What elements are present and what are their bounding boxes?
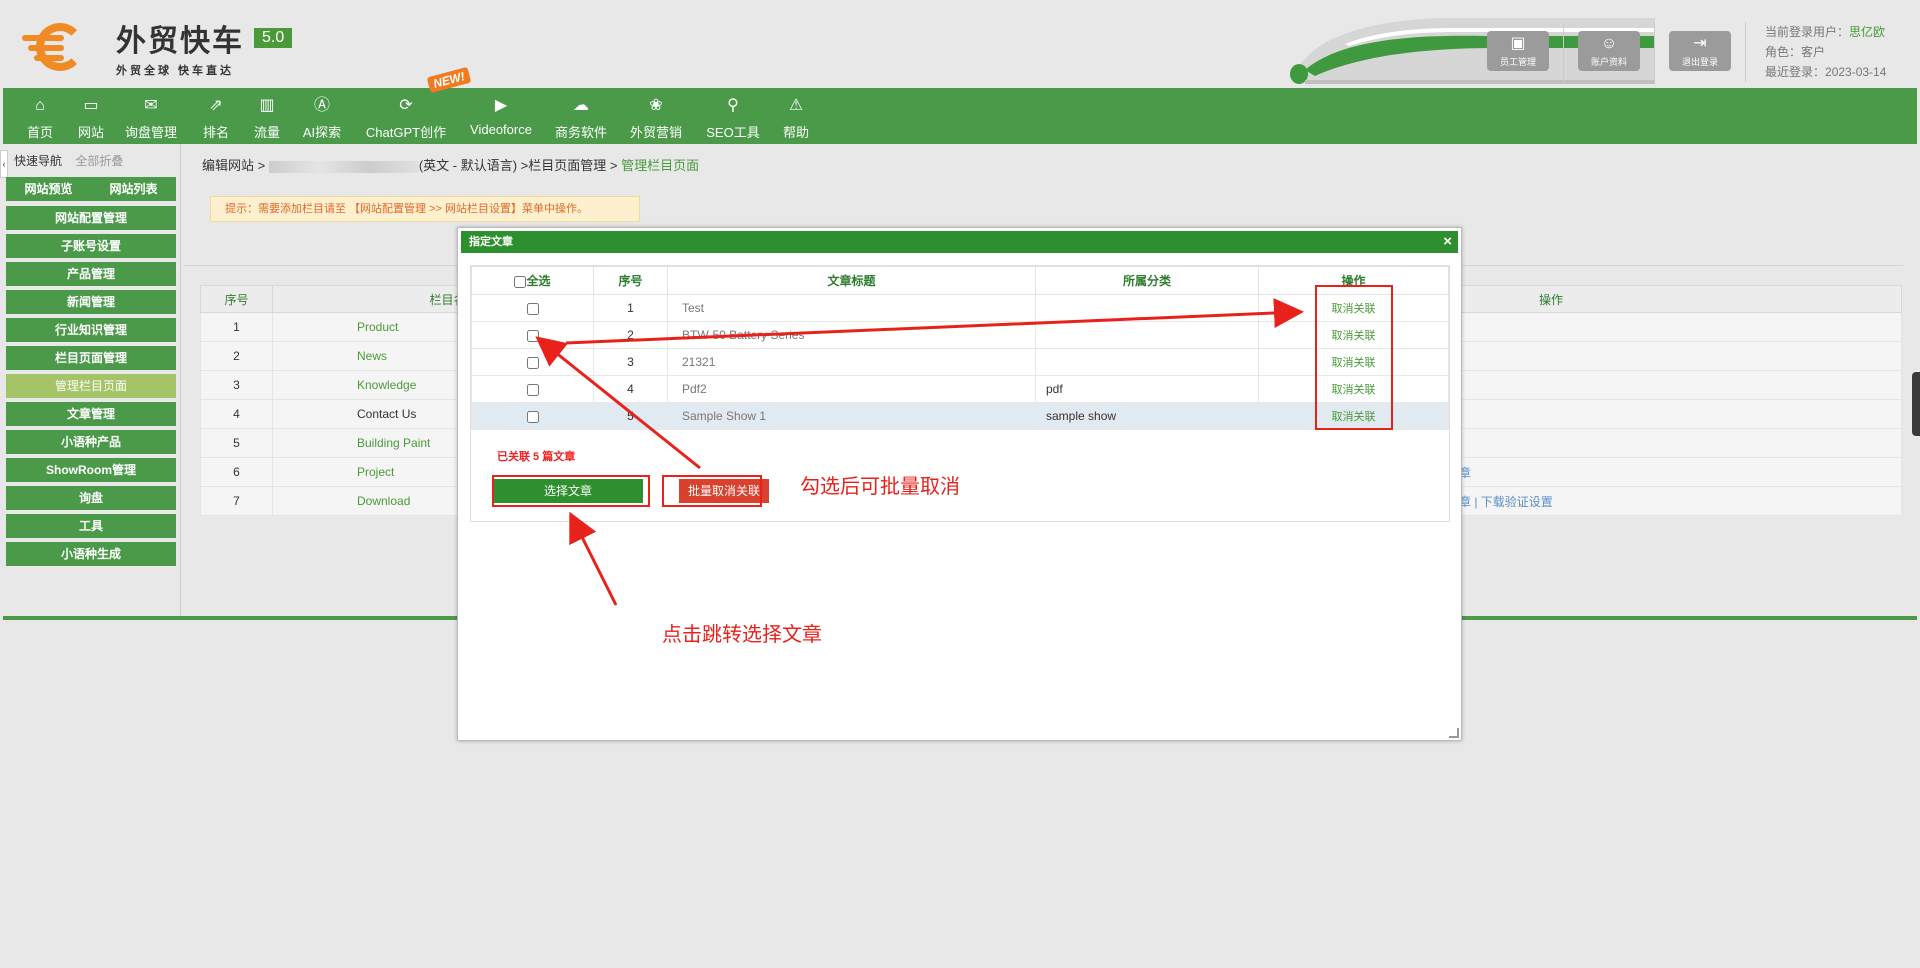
nav-business-software[interactable]: ☁ 商务软件	[553, 88, 609, 144]
sidebar-item-inquiry[interactable]: 询盘	[6, 486, 176, 510]
annotation-box-batch	[662, 475, 762, 507]
site-preview-button[interactable]: 网站预览	[6, 177, 91, 201]
tip-banner: 提示：需要添加栏目请至 【网站配置管理 >> 网站栏目设置】菜单中操作。	[210, 196, 640, 222]
app-header: 外贸快车 5.0 外贸全球 快车直达 ▣ 员工管理 ☺ 账户资料 ⇥ 退出登录 …	[0, 0, 1920, 88]
table-row: 3 21321 取消关联	[471, 348, 1449, 376]
redacted-site-name	[268, 160, 419, 173]
sidebar-item-news[interactable]: 新闻管理	[6, 290, 176, 314]
sidebar-item-knowledge[interactable]: 行业知识管理	[6, 318, 176, 342]
sidebar-item-showroom[interactable]: ShowRoom管理	[6, 458, 176, 482]
row-checkbox[interactable]	[526, 356, 539, 369]
close-icon[interactable]: ×	[1443, 231, 1452, 253]
resize-grip-icon[interactable]	[1449, 728, 1459, 738]
table-row: 5 Sample Show 1 sample show 取消关联	[471, 402, 1449, 430]
nav-ranking[interactable]: ⇗ 排名	[199, 88, 233, 144]
nav-chatgpt[interactable]: ⟳ ChatGPT创作	[363, 88, 449, 144]
annotation-batch-note: 勾选后可批量取消	[800, 476, 960, 498]
row-checkbox[interactable]	[526, 383, 539, 396]
table-row: 4 Pdf2 pdf 取消关联	[471, 375, 1449, 403]
last-login: 2023-03-14	[1825, 65, 1887, 79]
quick-nav-label: 快速导航	[14, 154, 63, 168]
sidebar-item-manage-column-pages[interactable]: 管理栏目页面	[6, 374, 176, 398]
col-header-category: 所属分类	[1035, 266, 1259, 295]
user-info: 当前登录用户：思亿欧 角色：客户 最近登录：2023-03-14	[1765, 25, 1887, 79]
ai-icon: Ⓐ	[313, 97, 330, 114]
nav-inquiry[interactable]: ✉ 询盘管理	[123, 88, 179, 144]
table-row: 2 BTW-50 Battery Series 取消关联	[471, 321, 1449, 349]
user-role: 客户	[1801, 45, 1826, 59]
account-icon: ☺	[1600, 35, 1618, 52]
nav-marketing[interactable]: ❀ 外贸营销	[628, 88, 684, 144]
video-icon: ▶	[494, 97, 508, 114]
search-icon: ⚲	[727, 97, 739, 114]
marketing-icon: ❀	[649, 97, 663, 114]
monitor-icon: ▭	[83, 97, 99, 114]
dialog-title: 指定文章	[469, 236, 513, 248]
table-row: 1 Test 取消关联	[471, 294, 1449, 322]
col-header-no: 序号	[200, 285, 273, 313]
logout-button[interactable]: ⇥ 退出登录	[1669, 31, 1731, 71]
logo-title: 外贸快车	[116, 25, 244, 58]
logout-icon: ⇥	[1693, 35, 1707, 52]
header-divider	[1563, 22, 1564, 82]
sidebar-item-minor-lang-products[interactable]: 小语种产品	[6, 430, 176, 454]
side-widget-handle[interactable]	[1912, 372, 1920, 436]
breadcrumb-current: 管理栏目页面	[621, 158, 700, 173]
dialog-title-bar[interactable]: 指定文章 ×	[461, 231, 1458, 253]
nav-website[interactable]: ▭ 网站	[71, 88, 111, 144]
current-user: 思亿欧	[1849, 25, 1886, 39]
nav-home[interactable]: ⌂ 首页	[23, 88, 57, 144]
ranking-icon: ⇗	[209, 97, 223, 114]
annotation-box-select	[492, 475, 650, 507]
nav-help[interactable]: ⚠ 帮助	[779, 88, 813, 144]
staff-management-button[interactable]: ▣ 员工管理	[1487, 31, 1549, 71]
row-checkbox[interactable]	[526, 410, 539, 423]
logo-version: 5.0	[254, 28, 293, 48]
sidebar-toggle-icon[interactable]: ‹	[0, 150, 8, 178]
articles-table: 全选 序号 文章标题 所属分类 操作 1 Test 取消关联 2 BTW-50 …	[471, 266, 1449, 430]
nav-ai-explore[interactable]: Ⓐ AI探索	[300, 88, 344, 144]
logo-mark-icon	[22, 21, 112, 73]
sidebar-item-column-pages[interactable]: 栏目页面管理	[6, 346, 176, 370]
sidebar-item-sub-accounts[interactable]: 子账号设置	[6, 234, 176, 258]
annotation-select-note: 点击跳转选择文章	[662, 624, 822, 646]
chatgpt-icon: ⟳	[399, 97, 413, 114]
breadcrumb: 编辑网站 > (英文 - 默认语言) >栏目页面管理 > 管理栏目页面	[202, 158, 700, 173]
select-all-checkbox[interactable]	[514, 275, 527, 288]
bar-chart-icon: ▥	[259, 97, 275, 114]
header-divider	[1654, 22, 1655, 82]
logo-slogan: 外贸全球 快车直达	[116, 65, 235, 77]
sidebar-item-minor-lang-generate[interactable]: 小语种生成	[6, 542, 176, 566]
col-header-no: 序号	[593, 266, 668, 295]
sidebar-item-articles[interactable]: 文章管理	[6, 402, 176, 426]
row-checkbox[interactable]	[526, 329, 539, 342]
account-info-button[interactable]: ☺ 账户资料	[1578, 31, 1640, 71]
site-list-button[interactable]: 网站列表	[91, 177, 176, 201]
select-all-label: 全选	[526, 274, 551, 288]
sidebar: ‹ 快速导航 全部折叠 网站预览 网站列表 网站配置管理 子账号设置 产品管理 …	[0, 144, 181, 616]
header-divider	[1745, 22, 1746, 82]
row-checkbox[interactable]	[526, 302, 539, 315]
linked-count: 已关联 5 篇文章	[497, 451, 576, 463]
home-icon: ⌂	[35, 97, 45, 114]
sidebar-item-products[interactable]: 产品管理	[6, 262, 176, 286]
nav-videoforce[interactable]: ▶ Videoforce	[467, 88, 535, 144]
mail-icon: ✉	[144, 97, 158, 114]
logo[interactable]: 外贸快车 5.0 外贸全球 快车直达	[22, 16, 293, 78]
main-nav: ⌂ 首页 ▭ 网站 ✉ 询盘管理 ⇗ 排名 ▥ 流量 Ⓐ AI探索 ⟳ ChatGPT创作 ▶…	[3, 88, 1917, 144]
staff-icon: ▣	[1510, 35, 1526, 52]
nav-traffic[interactable]: ▥ 流量	[250, 88, 284, 144]
collapse-all-link[interactable]: 全部折叠	[75, 154, 123, 168]
cloud-icon: ☁	[573, 97, 589, 114]
sidebar-top-buttons: 网站预览 网站列表	[6, 177, 176, 201]
sidebar-item-tools[interactable]: 工具	[6, 514, 176, 538]
sidebar-item-site-config[interactable]: 网站配置管理	[6, 206, 176, 230]
annotation-box-unlink	[1315, 285, 1393, 430]
nav-seo-tools[interactable]: ⚲ SEO工具	[704, 88, 762, 144]
col-header-title: 文章标题	[667, 266, 1036, 295]
warning-icon: ⚠	[788, 97, 804, 114]
